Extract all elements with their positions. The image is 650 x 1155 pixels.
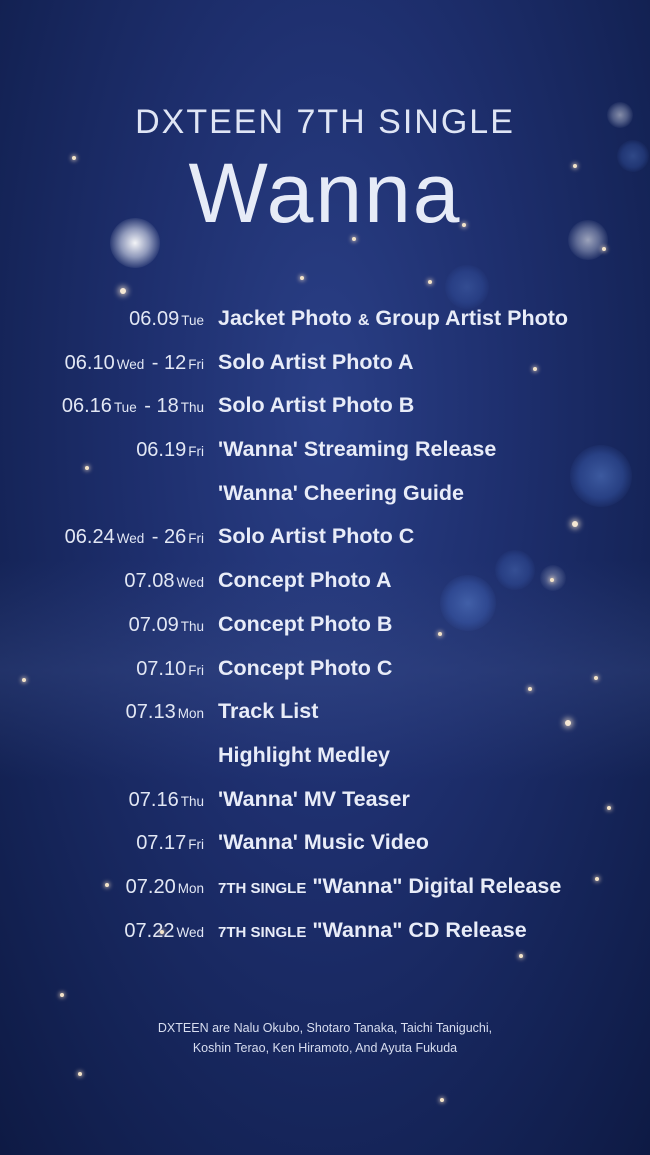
schedule-event: 'Wanna' MV Teaser	[218, 786, 410, 811]
schedule-date: 06.16 Tue - 18 Thu	[61, 395, 204, 418]
schedule-date: 07.10 Fri	[136, 657, 204, 680]
schedule-event: 7TH SINGLE "Wanna" Digital Release	[218, 873, 562, 898]
schedule-row: 07.20 Mon 7TH SINGLE "Wanna" Digital Rele…	[0, 868, 650, 912]
schedule-event: Highlight Medley	[218, 742, 390, 767]
schedule-event: Concept Photo C	[218, 655, 393, 680]
schedule-event: Concept Photo A	[218, 568, 392, 593]
schedule-date: 06.10 Wed - 12 Fri	[64, 351, 204, 374]
schedule-event: 7TH SINGLE "Wanna" CD Release	[218, 917, 527, 942]
schedule-event: Solo Artist Photo B	[218, 393, 415, 418]
schedule-event: 'Wanna' Cheering Guide	[218, 480, 464, 505]
single-title: Wanna	[188, 146, 462, 240]
schedule-date: 06.09 Tue	[129, 308, 204, 330]
schedule-row: 06.19 Fri 'Wanna' Streaming Release	[0, 431, 650, 475]
schedule-row: 06.24 Wed - 26 Fri Solo Artist Photo C	[0, 518, 650, 562]
schedule-row: 07.09 Thu Concept Photo B	[0, 606, 650, 650]
schedule-row: 06.16 Tue - 18 Thu Solo Artist Photo B	[0, 387, 650, 431]
schedule-row: 'Wanna' Cheering Guide	[0, 475, 650, 519]
schedule-event: Track List	[218, 699, 319, 724]
schedule-date: 07.17 Fri	[136, 832, 204, 855]
schedule-date: 07.09 Thu	[128, 613, 204, 636]
schedule-event: Jacket Photo & Group Artist Photo	[218, 306, 569, 330]
schedule-date: 07.08 Wed	[124, 570, 204, 593]
schedule-row: 07.16 Thu 'Wanna' MV Teaser	[0, 781, 650, 825]
schedule-event: Concept Photo B	[218, 611, 393, 636]
schedule-event: 'Wanna' Streaming Release	[218, 437, 497, 462]
schedule-row: 07.08 Wed Concept Photo A	[0, 562, 650, 606]
member-credits-line: Koshin Terao, Ken Hiramoto, And Ayuta Fu…	[192, 1041, 458, 1055]
schedule-row: Highlight Medley	[0, 737, 650, 781]
schedule-date: 07.13 Mon	[125, 701, 204, 724]
member-credits: DXTEEN are Nalu Okubo, Shotaro Tanaka, T…	[0, 1018, 650, 1058]
schedule-date: 06.24 Wed - 26 Fri	[64, 526, 204, 549]
release-schedule: 06.09 Tue Jacket Photo & Group Artist Pho…	[0, 300, 650, 955]
schedule-date: 06.19 Fri	[136, 439, 204, 462]
schedule-date: 07.20 Mon	[125, 875, 204, 898]
schedule-date: 07.16 Thu	[128, 788, 204, 811]
schedule-date: 07.22 Wed	[124, 919, 204, 942]
single-subtitle: DXTEEN 7TH SINGLE	[135, 103, 515, 141]
schedule-row: 06.10 Wed - 12 Fri Solo Artist Photo A	[0, 344, 650, 388]
schedule-event: Solo Artist Photo A	[218, 349, 414, 374]
schedule-row: 07.22 Wed 7TH SINGLE "Wanna" CD Release	[0, 912, 650, 956]
schedule-row: 07.13 Mon Track List	[0, 693, 650, 737]
schedule-row: 06.09 Tue Jacket Photo & Group Artist Pho…	[0, 300, 650, 344]
member-credits-line: DXTEEN are Nalu Okubo, Shotaro Tanaka, T…	[157, 1021, 493, 1035]
schedule-event: Solo Artist Photo C	[218, 524, 415, 549]
schedule-row: 07.10 Fri Concept Photo C	[0, 650, 650, 694]
schedule-event: 'Wanna' Music Video	[218, 830, 429, 855]
schedule-row: 07.17 Fri 'Wanna' Music Video	[0, 824, 650, 868]
